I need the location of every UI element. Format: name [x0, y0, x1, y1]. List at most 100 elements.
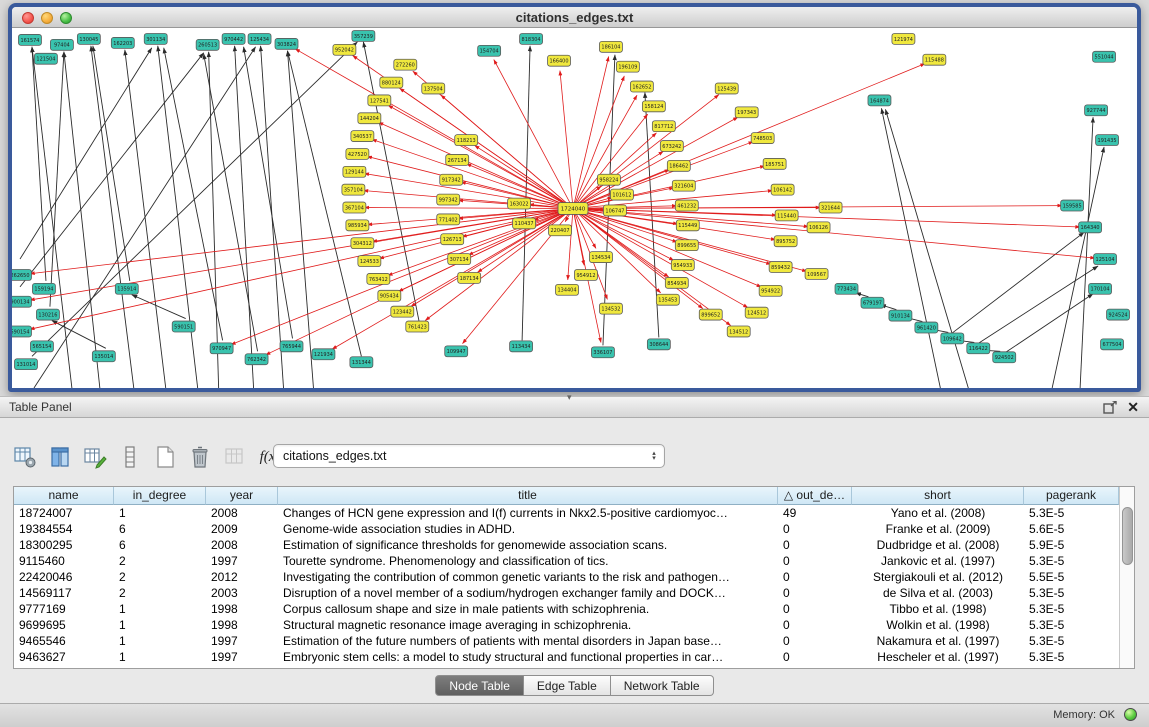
- graph-node[interactable]: 307134: [448, 254, 471, 265]
- graph-node[interactable]: 961420: [915, 322, 938, 333]
- graph-node[interactable]: 110437: [513, 218, 536, 229]
- graph-node[interactable]: 927744: [1085, 105, 1108, 116]
- graph-node[interactable]: 565154: [30, 341, 53, 352]
- graph-node[interactable]: 123442: [391, 306, 414, 317]
- close-panel-icon[interactable]: ✕: [1127, 399, 1139, 415]
- graph-node[interactable]: 135014: [92, 351, 115, 362]
- graph-node[interactable]: 134404: [556, 284, 579, 295]
- graph-node[interactable]: 771402: [437, 214, 460, 225]
- graph-node[interactable]: 186104: [599, 41, 622, 52]
- graph-node[interactable]: 118213: [455, 135, 478, 146]
- graph-node[interactable]: 162203: [111, 37, 134, 48]
- graph-node[interactable]: 106747: [603, 205, 626, 216]
- graph-node[interactable]: 954933: [671, 260, 694, 271]
- graph-node[interactable]: 340537: [351, 131, 374, 142]
- graph-node[interactable]: 196109: [616, 61, 639, 72]
- graph-node[interactable]: 125439: [715, 83, 738, 94]
- graph-node[interactable]: 267134: [446, 154, 469, 165]
- graph-node[interactable]: 115449: [676, 220, 699, 231]
- graph-node[interactable]: 854934: [665, 277, 688, 288]
- graph-node[interactable]: 924524: [1107, 309, 1130, 320]
- graph-node[interactable]: 308644: [647, 339, 670, 350]
- graph-node[interactable]: 905434: [378, 290, 401, 301]
- graph-node[interactable]: 121934: [312, 349, 335, 360]
- graph-node[interactable]: 679197: [861, 297, 884, 308]
- graph-node[interactable]: 303824: [275, 38, 298, 49]
- column-header-in_degree[interactable]: in_degree: [114, 487, 206, 505]
- vertical-scrollbar[interactable]: [1119, 487, 1134, 668]
- graph-node[interactable]: 220407: [549, 225, 572, 236]
- graph-node[interactable]: 427520: [346, 149, 369, 160]
- graph-node[interactable]: 106142: [771, 184, 794, 195]
- graph-node[interactable]: 958224: [597, 174, 620, 185]
- graph-node[interactable]: 166400: [548, 55, 571, 66]
- graph-node[interactable]: 126713: [441, 234, 464, 245]
- graph-node[interactable]: 880124: [380, 77, 403, 88]
- import-table-icon[interactable]: [222, 444, 248, 470]
- graph-node[interactable]: 129144: [343, 166, 366, 177]
- graph-node[interactable]: 762342: [245, 354, 268, 365]
- table-row[interactable]: 946362711997Embryonic stem cells: a mode…: [14, 649, 1119, 665]
- table-row[interactable]: 969969511998Structural magnetic resonanc…: [14, 617, 1119, 633]
- table-row[interactable]: 946554611997Estimation of the future num…: [14, 633, 1119, 649]
- graph-node[interactable]: 954922: [759, 285, 782, 296]
- graph-node[interactable]: 131014: [14, 359, 37, 370]
- graph-node[interactable]: 301134: [144, 33, 167, 44]
- split-pane-grip[interactable]: ▾: [567, 392, 572, 403]
- graph-node[interactable]: 367104: [343, 202, 366, 213]
- graph-node[interactable]: 154704: [478, 45, 501, 56]
- graph-node[interactable]: 134532: [599, 303, 622, 314]
- table-row[interactable]: 1872400712008Changes of HCN gene express…: [14, 505, 1119, 521]
- graph-node[interactable]: 262650: [12, 269, 31, 280]
- graph-node[interactable]: 159194: [32, 283, 55, 294]
- graph-node[interactable]: 97404: [50, 39, 73, 50]
- graph-node[interactable]: 765944: [280, 341, 303, 352]
- graph-node[interactable]: 124512: [745, 307, 768, 318]
- network-canvas[interactable]: 1615749740413004516220330113426051397044…: [12, 29, 1137, 388]
- graph-node[interactable]: 106126: [807, 222, 830, 233]
- graph-node[interactable]: 131344: [350, 357, 373, 368]
- table-row[interactable]: 1456911722003Disruption of a novel membe…: [14, 585, 1119, 601]
- graph-node[interactable]: 260513: [196, 39, 219, 50]
- graph-node[interactable]: 127541: [368, 95, 391, 106]
- graph-node[interactable]: 135453: [656, 294, 679, 305]
- graph-node[interactable]: 115440: [775, 210, 798, 221]
- graph-node[interactable]: 900134: [12, 296, 31, 307]
- graph-node[interactable]: 551044: [1093, 51, 1116, 62]
- graph-node[interactable]: 130216: [36, 309, 59, 320]
- graph-node[interactable]: 357104: [342, 184, 365, 195]
- graph-node[interactable]: 163022: [508, 198, 531, 209]
- tab-network-table[interactable]: Network Table: [611, 675, 714, 696]
- graph-node[interactable]: 954912: [575, 269, 598, 280]
- graph-node[interactable]: 357239: [352, 30, 375, 41]
- graph-node[interactable]: 170104: [1089, 283, 1112, 294]
- graph-node[interactable]: 910134: [889, 310, 912, 321]
- graph-node[interactable]: 321644: [819, 202, 842, 213]
- graph-node[interactable]: 113434: [510, 341, 533, 352]
- table-row[interactable]: 911546021997Tourette syndrome. Phenomeno…: [14, 553, 1119, 569]
- graph-node[interactable]: 191435: [1096, 135, 1119, 146]
- column-header-pagerank[interactable]: pagerank: [1024, 487, 1119, 505]
- graph-node[interactable]: 590151: [172, 321, 195, 332]
- edit-table-icon[interactable]: [82, 444, 108, 470]
- graph-node[interactable]: 109642: [941, 333, 964, 344]
- graph-node[interactable]: 321604: [672, 180, 695, 191]
- graph-node[interactable]: 134512: [727, 326, 750, 337]
- tab-edge-table[interactable]: Edge Table: [524, 675, 611, 696]
- tab-node-table[interactable]: Node Table: [435, 675, 524, 696]
- graph-node[interactable]: 161574: [18, 34, 41, 45]
- graph-node[interactable]: 101612: [610, 189, 633, 200]
- graph-node[interactable]: 773434: [835, 283, 858, 294]
- graph-node[interactable]: 121504: [34, 53, 57, 64]
- graph-node[interactable]: 187134: [458, 272, 481, 283]
- memory-status-icon[interactable]: [1124, 708, 1137, 721]
- new-table-icon[interactable]: [152, 444, 178, 470]
- graph-node[interactable]: 137504: [422, 83, 445, 94]
- column-header-year[interactable]: year: [206, 487, 278, 505]
- rows-icon[interactable]: [117, 444, 143, 470]
- graph-node[interactable]: 162652: [630, 81, 653, 92]
- graph-node[interactable]: 917342: [440, 174, 463, 185]
- graph-node[interactable]: 952042: [333, 44, 356, 55]
- table-row[interactable]: 977716911998Corpus callosum shape and si…: [14, 601, 1119, 617]
- graph-node[interactable]: 673242: [660, 141, 683, 152]
